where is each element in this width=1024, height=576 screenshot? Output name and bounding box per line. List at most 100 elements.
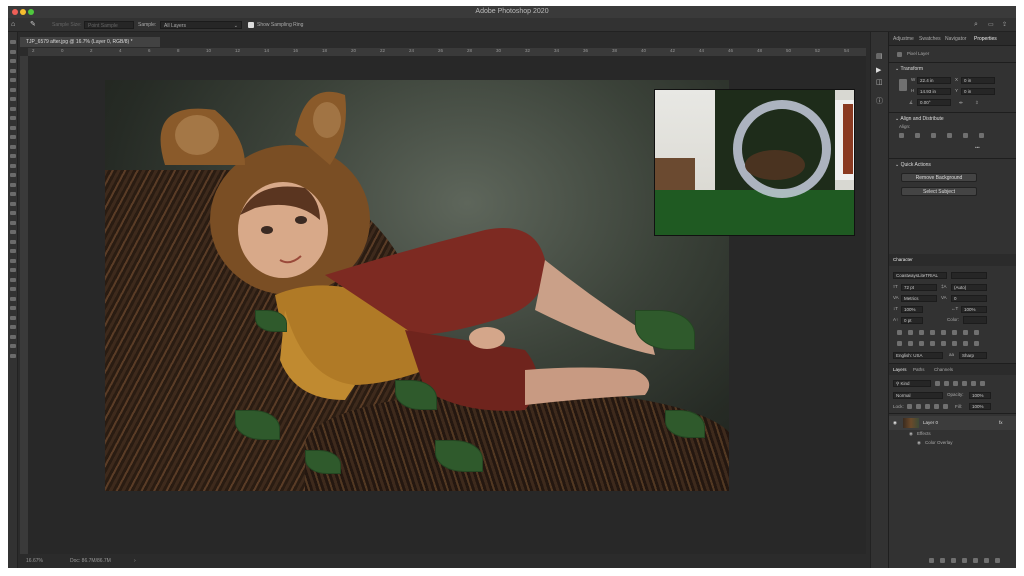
tab-properties[interactable]: Properties [974, 36, 997, 42]
quick-actions-title[interactable]: ⌄ Quick Actions [895, 162, 931, 168]
flip-horizontal-icon[interactable]: ⇹ [959, 100, 963, 106]
tool-icon[interactable] [10, 40, 16, 44]
angle-field[interactable]: 0.00° [917, 99, 951, 106]
tool-icon[interactable] [10, 106, 16, 111]
document-tab[interactable]: TJP_6579 after.jpg @ 16.7% (Layer 0, RGB… [20, 37, 160, 47]
character-title[interactable]: Character [893, 257, 913, 263]
align-icon[interactable] [963, 133, 968, 138]
home-icon[interactable]: ⌂ [11, 21, 15, 29]
filter-icon[interactable] [953, 381, 958, 386]
type-style-icon[interactable] [963, 330, 968, 335]
tool-icon[interactable] [10, 182, 16, 187]
antialias-select[interactable]: Sharp [959, 352, 987, 359]
tool-icon[interactable] [10, 192, 16, 196]
sample-select[interactable]: All Layers ⌄ [160, 21, 242, 29]
align-icon[interactable] [931, 133, 936, 138]
tracking-field[interactable]: 0 [951, 295, 987, 302]
tool-icon[interactable] [10, 315, 16, 320]
opentype-icon[interactable] [919, 341, 924, 346]
tool-icon[interactable] [10, 87, 16, 92]
flip-vertical-icon[interactable]: ⇳ [975, 100, 979, 106]
x-field[interactable]: 0 in [961, 77, 995, 84]
tool-icon[interactable] [10, 144, 16, 149]
effects-eye-icon[interactable]: ◉ [909, 431, 913, 437]
blend-mode-select[interactable]: Normal [893, 392, 943, 399]
tool-icon[interactable] [10, 68, 16, 73]
type-style-icon[interactable] [930, 330, 935, 335]
share-icon[interactable]: ⇪ [1002, 21, 1007, 29]
transform-section-title[interactable]: ⌄ Transform [895, 66, 923, 72]
color-overlay-row[interactable]: ◉ Color Overlay [889, 439, 1016, 448]
tab-adjustments[interactable]: Adjustme [893, 36, 914, 42]
more-icon[interactable]: ••• [975, 145, 980, 151]
tab-paths[interactable]: Paths [913, 367, 925, 373]
link-icon[interactable] [899, 79, 907, 91]
filter-icon[interactable] [980, 381, 985, 386]
tab-channels[interactable]: Channels [934, 367, 953, 373]
tool-icon[interactable] [10, 296, 16, 301]
tool-icon[interactable] [10, 249, 16, 253]
tool-icon[interactable] [10, 306, 16, 310]
type-style-icon[interactable] [919, 330, 924, 335]
type-style-icon[interactable] [974, 330, 979, 335]
history-icon[interactable]: ▤ [876, 52, 883, 60]
layer-row[interactable]: ◉ Layer 0 fx [889, 416, 1016, 430]
filter-icon[interactable] [962, 381, 967, 386]
tool-icon[interactable] [10, 201, 16, 206]
workspace-icon[interactable]: ▭ [988, 21, 994, 29]
filter-icon[interactable] [944, 381, 949, 386]
tab-swatches[interactable]: Swatches [919, 36, 941, 42]
select-subject-button[interactable]: Select Subject [901, 187, 977, 196]
kerning-field[interactable]: Metrics [901, 295, 937, 302]
layer-footer-icon[interactable] [995, 558, 1000, 563]
tool-icon[interactable] [10, 173, 16, 177]
tool-icon[interactable] [10, 49, 16, 54]
font-style-select[interactable] [951, 272, 987, 279]
tool-icon[interactable] [10, 334, 16, 339]
tool-icon[interactable] [10, 344, 16, 348]
layer-footer-icon[interactable] [951, 558, 956, 563]
tool-icon[interactable] [10, 287, 16, 291]
align-icon[interactable] [979, 133, 984, 138]
layer-name[interactable]: Layer 0 [923, 420, 938, 426]
align-section-title[interactable]: ⌄ Align and Distribute [895, 116, 944, 122]
tool-icon[interactable] [10, 268, 16, 272]
fill-field[interactable]: 100% [969, 403, 991, 410]
layer-fx-badge[interactable]: fx [999, 420, 1003, 426]
show-ring-checkbox[interactable] [248, 22, 254, 28]
minimize-window-icon[interactable] [20, 9, 26, 15]
sample-size-select[interactable]: Point Sample [84, 21, 134, 29]
layer-effects-row[interactable]: ◉ Effects [889, 430, 1016, 439]
layer-footer-icon[interactable] [973, 558, 978, 563]
type-style-icon[interactable] [952, 330, 957, 335]
align-icon[interactable] [947, 133, 952, 138]
tool-icon[interactable] [10, 135, 16, 139]
tool-icon[interactable] [10, 211, 16, 215]
layer-footer-icon[interactable] [940, 558, 945, 563]
font-family-select[interactable]: CoastwaysLiteTRIAL [893, 272, 947, 279]
filter-icon[interactable] [935, 381, 940, 386]
tool-icon[interactable] [10, 59, 16, 63]
tool-icon[interactable] [10, 353, 16, 358]
width-field[interactable]: 22.4 in [917, 77, 951, 84]
layer-footer-icon[interactable] [929, 558, 934, 563]
opentype-icon[interactable] [930, 341, 935, 346]
opentype-icon[interactable] [952, 341, 957, 346]
lock-icon[interactable] [907, 404, 912, 409]
tool-icon[interactable] [10, 230, 16, 234]
lock-icon[interactable] [934, 404, 939, 409]
opentype-icon[interactable] [941, 341, 946, 346]
height-field[interactable]: 14.93 in [917, 88, 951, 95]
opentype-icon[interactable] [908, 341, 913, 346]
tool-icon[interactable] [10, 258, 16, 263]
document-image[interactable] [105, 80, 729, 491]
reference-photo[interactable] [654, 89, 855, 236]
leading-field[interactable]: (Auto) [951, 284, 987, 291]
zoom-window-icon[interactable] [28, 9, 34, 15]
color-overlay-eye-icon[interactable]: ◉ [917, 440, 921, 446]
vertical-ruler[interactable] [20, 56, 28, 554]
horizontal-scale-field[interactable]: 100% [961, 306, 987, 313]
tool-icon[interactable] [10, 277, 16, 282]
remove-background-button[interactable]: Remove Background [901, 173, 977, 182]
baseline-field[interactable]: 0 pt [901, 317, 923, 324]
